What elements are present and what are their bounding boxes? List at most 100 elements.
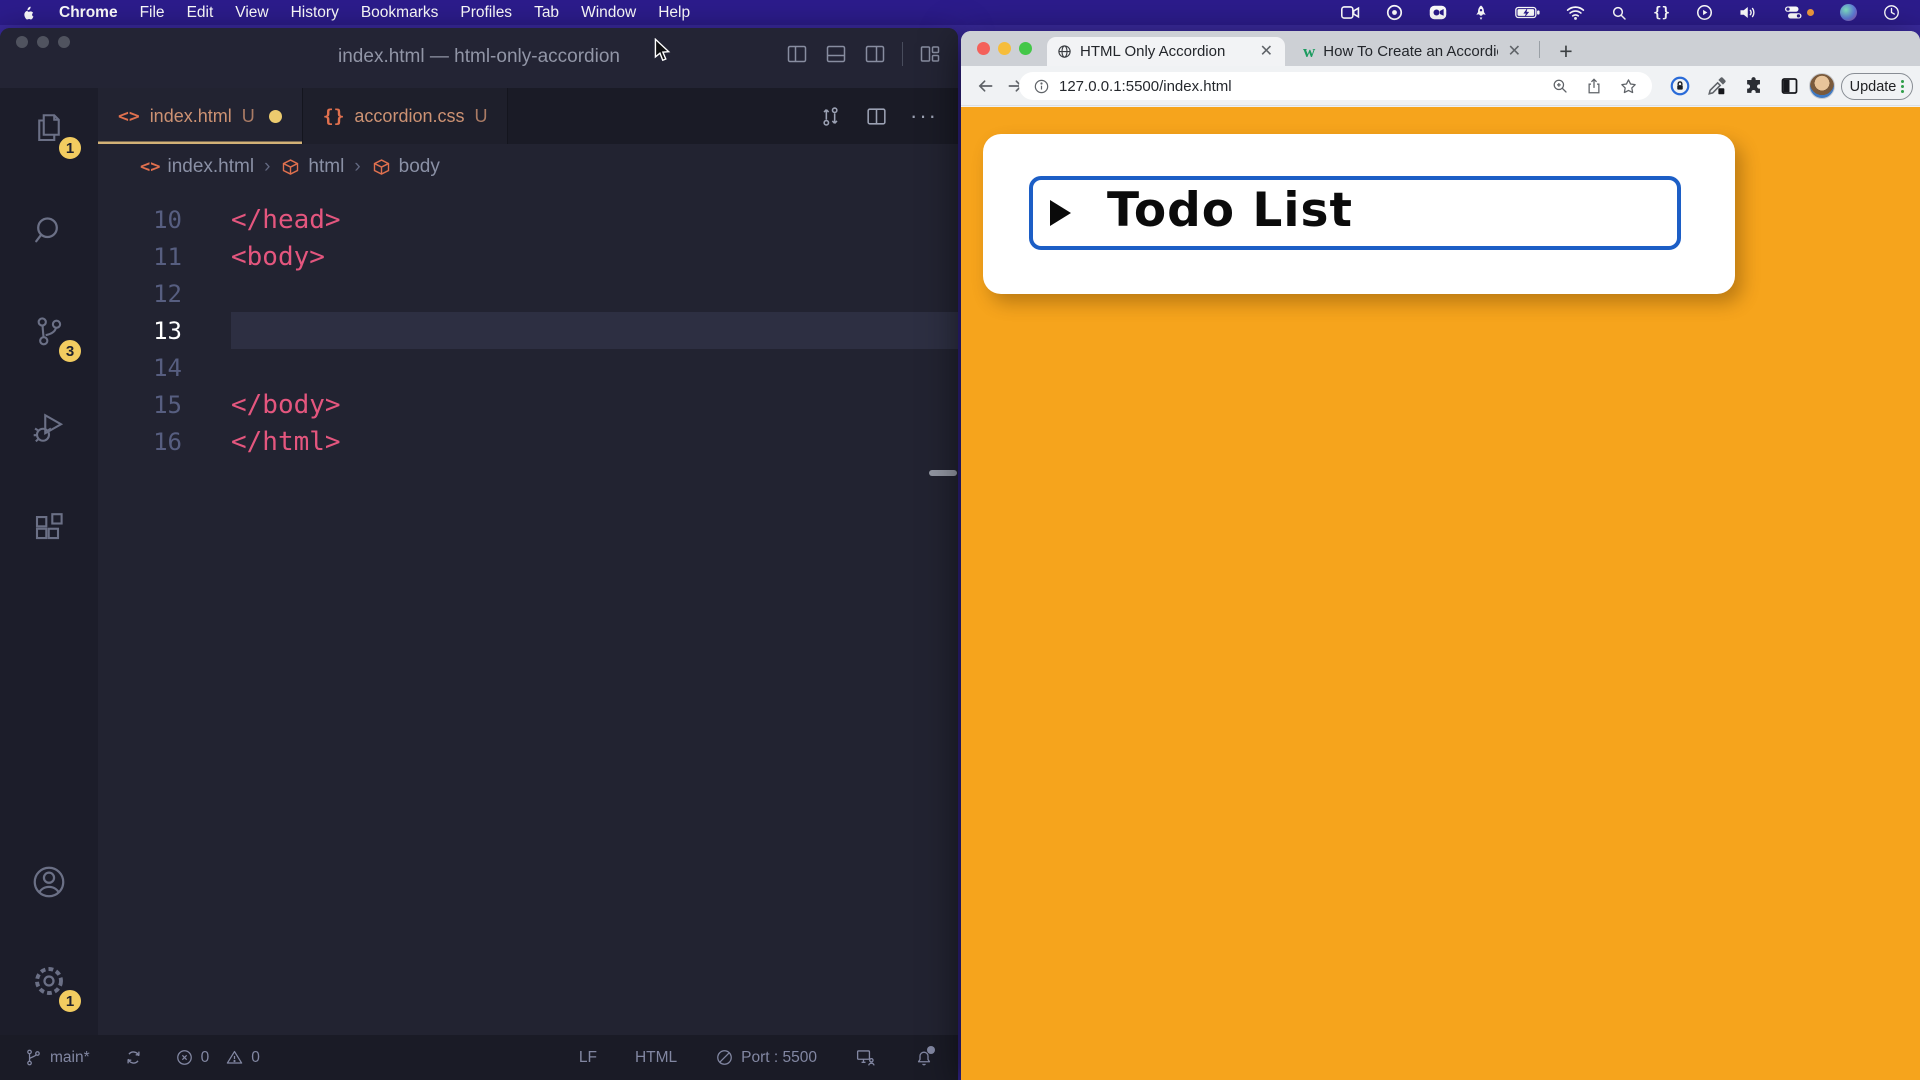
code-line[interactable]: 11 <body> (98, 238, 958, 275)
accordion-title: Todo List (1107, 183, 1353, 238)
chevron-right-icon: › (353, 156, 361, 178)
share-icon[interactable] (1585, 77, 1603, 95)
tab-title: How To Create an Accordion (1323, 43, 1497, 60)
site-info-icon[interactable] (1033, 78, 1050, 95)
circle-slash-icon (715, 1048, 734, 1067)
sidebar-item-explorer[interactable]: 1 (0, 93, 98, 163)
rocket-icon[interactable] (1473, 4, 1489, 21)
sync-changes-button[interactable] (124, 1048, 143, 1067)
menu-history[interactable]: History (280, 4, 350, 22)
desktop: Chrome File Edit View History Bookmarks … (0, 0, 1920, 1080)
globe-favicon (1057, 44, 1072, 59)
menu-edit[interactable]: Edit (176, 4, 225, 22)
split-editor-right-icon[interactable] (863, 42, 887, 66)
screen-record-icon[interactable] (1429, 5, 1447, 20)
problems-errors[interactable]: 0 (175, 1048, 210, 1067)
tab-accordion-css[interactable]: {} accordion.css U (303, 88, 509, 144)
spotlight-search-icon[interactable] (1611, 5, 1627, 21)
code-line[interactable]: 15 </body> (98, 386, 958, 423)
menu-view[interactable]: View (224, 4, 279, 22)
close-tab-icon[interactable]: ✕ (1258, 44, 1275, 60)
unsaved-changes-dot[interactable] (269, 110, 282, 123)
more-actions-icon[interactable]: ··· (910, 103, 938, 129)
close-tab-icon[interactable]: ✕ (1506, 44, 1523, 60)
notifications-bell[interactable] (914, 1048, 934, 1068)
battery-charging-icon[interactable] (1515, 6, 1540, 19)
play-circle-icon[interactable] (1696, 4, 1713, 21)
lock-extension-icon[interactable] (1669, 75, 1691, 97)
menu-window[interactable]: Window (570, 4, 647, 22)
menu-tab[interactable]: Tab (523, 4, 570, 22)
account-icon (30, 863, 68, 901)
accordion-arrow-icon (1050, 200, 1071, 226)
profile-avatar[interactable] (1809, 73, 1835, 99)
open-changes-icon[interactable] (818, 104, 843, 129)
split-editor-left-icon[interactable] (785, 42, 809, 66)
menu-help[interactable]: Help (647, 4, 701, 22)
volume-icon[interactable] (1739, 5, 1758, 20)
toggles-icon[interactable] (1784, 5, 1814, 20)
dark-mode-extension-icon[interactable] (1779, 75, 1800, 96)
close-window-button[interactable] (977, 42, 990, 55)
customize-layout-icon[interactable] (918, 42, 942, 66)
bookmark-star-icon[interactable] (1619, 77, 1638, 96)
extensions-icon (31, 510, 67, 546)
mouse-cursor (652, 38, 674, 62)
sidebar-item-extensions[interactable] (0, 493, 98, 563)
sidebar-item-run-debug[interactable] (0, 393, 98, 463)
breadcrumb-label: body (399, 156, 440, 178)
wifi-icon[interactable] (1566, 5, 1585, 20)
code-line[interactable]: 12 (98, 275, 958, 312)
video-camera-icon[interactable] (1341, 5, 1360, 20)
line-number: 11 (98, 243, 182, 271)
split-editor-icon[interactable] (864, 104, 889, 129)
breadcrumb-html[interactable]: html (280, 156, 344, 178)
code-line[interactable]: 10 </head> (98, 201, 958, 238)
branch-label: main* (50, 1049, 90, 1067)
eol-indicator[interactable]: LF (579, 1049, 597, 1067)
maximize-window-button[interactable] (1019, 42, 1032, 55)
toggle-panel-icon[interactable] (824, 42, 848, 66)
clock-icon[interactable] (1883, 4, 1900, 21)
tab-index-html[interactable]: <> index.html U (98, 88, 303, 144)
code-line[interactable]: 16 </html> (98, 423, 958, 460)
siri-icon[interactable] (1840, 4, 1857, 21)
tab-how-to-create-accordion[interactable]: w How To Create an Accordion ✕ (1293, 37, 1533, 66)
sidebar-item-account[interactable] (0, 847, 98, 917)
remote-explorer-button[interactable] (855, 1047, 876, 1068)
menu-bar: Chrome File Edit View History Bookmarks … (0, 0, 1920, 25)
color-picker-extension-icon[interactable] (1706, 75, 1728, 97)
tab-html-only-accordion[interactable]: HTML Only Accordion ✕ (1047, 37, 1285, 66)
breadcrumb-file[interactable]: <> index.html (140, 156, 254, 178)
code-braces-icon[interactable]: {} (1653, 5, 1670, 21)
new-tab-button[interactable]: + (1552, 37, 1580, 65)
editor-scrollbar-handle[interactable] (929, 470, 957, 476)
line-number: 10 (98, 206, 182, 234)
live-server-port[interactable]: Port : 5500 (715, 1048, 817, 1067)
code-line[interactable]: 14 (98, 349, 958, 386)
breadcrumb-body[interactable]: body (371, 156, 440, 178)
menu-bookmarks[interactable]: Bookmarks (350, 4, 450, 22)
language-mode[interactable]: HTML (635, 1049, 677, 1067)
menu-chrome[interactable]: Chrome (48, 4, 129, 22)
back-button[interactable] (975, 75, 996, 96)
record-circle-icon[interactable] (1386, 4, 1403, 21)
menu-profiles[interactable]: Profiles (449, 4, 523, 22)
chevron-right-icon: › (263, 156, 271, 178)
minimize-window-button[interactable] (998, 42, 1011, 55)
apple-menu[interactable] (14, 4, 48, 22)
address-bar[interactable]: 127.0.0.1:5500/index.html (1019, 72, 1652, 100)
sidebar-item-settings[interactable]: 1 (0, 946, 98, 1016)
code-editor[interactable]: 10 </head> 11 <body> 12 13 (98, 190, 958, 460)
accordion-summary[interactable]: Todo List (1029, 176, 1681, 250)
zoom-in-icon[interactable] (1551, 77, 1569, 95)
sidebar-item-source-control[interactable]: 3 (0, 296, 98, 366)
problems-warnings[interactable]: 0 (225, 1048, 260, 1067)
code-line-current[interactable]: 13 (98, 312, 958, 349)
url-text: 127.0.0.1:5500/index.html (1059, 78, 1542, 95)
update-chrome-button[interactable]: Update (1841, 73, 1913, 100)
git-branch-item[interactable]: main* (24, 1048, 90, 1067)
sidebar-item-search[interactable] (0, 195, 98, 265)
extensions-puzzle-icon[interactable] (1743, 75, 1765, 97)
menu-file[interactable]: File (129, 4, 176, 22)
